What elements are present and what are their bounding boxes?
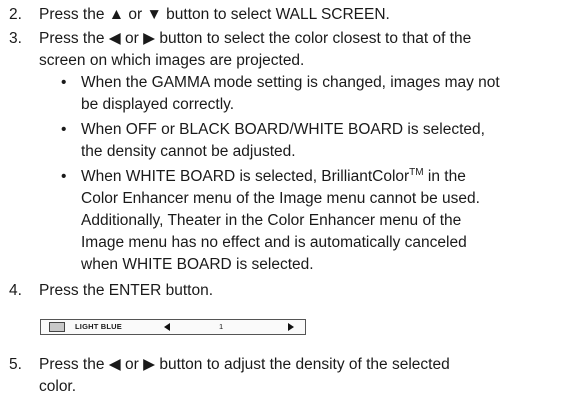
bullet-text-line-3: Additionally, Theater in the Color Enhan…: [81, 212, 462, 229]
color-swatch-icon: [49, 322, 65, 332]
bullet-text-line-4: Image menu has no effect and is automati…: [81, 234, 467, 251]
osd-density-value: 1: [219, 322, 224, 331]
step-number: 4.: [9, 282, 22, 299]
bullet-text-line-1: When the GAMMA mode setting is changed, …: [81, 74, 500, 91]
osd-density-bar: LIGHT BLUE 1: [40, 319, 306, 335]
bullet-text-line-2: the density cannot be adjusted.: [81, 143, 296, 160]
step-number: 2.: [9, 6, 22, 23]
trademark-superscript: TM: [409, 166, 424, 178]
step-text: Press the ENTER button.: [39, 282, 214, 299]
bullet-text-line-2: Color Enhancer menu of the Image menu ca…: [81, 190, 480, 207]
bullet-text-part: in the: [423, 168, 466, 185]
step-text: Press the ▲ or ▼ button to select WALL S…: [39, 6, 390, 23]
bullet-text-line-1: When WHITE BOARD is selected, BrilliantC…: [81, 166, 567, 188]
bullet-symbol: •: [61, 121, 67, 138]
step-number: 5.: [9, 356, 22, 373]
osd-color-label: LIGHT BLUE: [75, 322, 122, 331]
step-text-line-2: color.: [39, 378, 77, 395]
arrow-right-icon: [288, 323, 294, 331]
bullet-text-line-5: when WHITE BOARD is selected.: [81, 256, 314, 273]
bullet-text-line-1: When OFF or BLACK BOARD/WHITE BOARD is s…: [81, 121, 485, 138]
step-text-line-2: screen on which images are projected.: [39, 52, 305, 69]
bullet-symbol: •: [61, 74, 67, 91]
step-number: 3.: [9, 30, 22, 47]
arrow-left-icon: [164, 323, 170, 331]
bullet-symbol: •: [61, 168, 67, 185]
step-text-line-1: Press the ◀ or ▶ button to adjust the de…: [39, 356, 450, 373]
step-text-line-1: Press the ◀ or ▶ button to select the co…: [39, 30, 472, 47]
bullet-text-line-2: be displayed correctly.: [81, 96, 235, 113]
bullet-text-part: When WHITE BOARD is selected, BrilliantC…: [81, 168, 410, 185]
